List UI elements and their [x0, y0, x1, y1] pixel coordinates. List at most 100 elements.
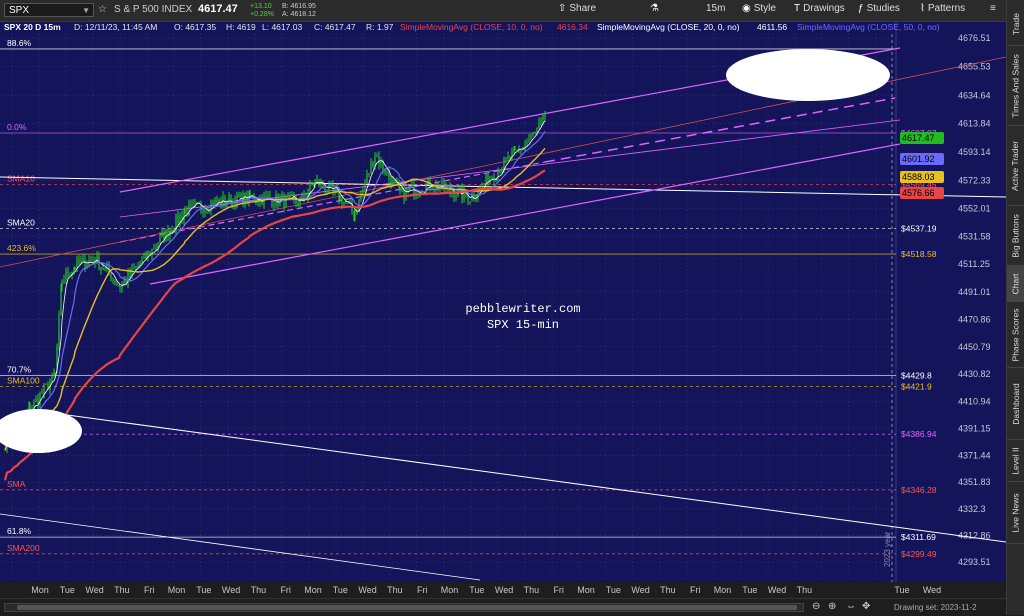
- studies-button[interactable]: ƒ Studies: [858, 3, 900, 14]
- candle-body: [390, 177, 392, 186]
- interval-selector[interactable]: 15m: [706, 3, 725, 14]
- flask-icon: ⚗: [650, 3, 659, 14]
- candle-body: [345, 201, 347, 204]
- candle-body: [145, 252, 147, 259]
- time-axis-label: Thu: [387, 585, 403, 595]
- candle-body: [485, 174, 487, 184]
- time-axis-label: Wed: [923, 585, 941, 595]
- sma50-legend: SimpleMovingAvg (CLOSE, 50, 0, no): [797, 22, 940, 32]
- candle-body: [54, 373, 56, 375]
- time-axis-label: Fri: [144, 585, 155, 595]
- time-axis-label: Thu: [797, 585, 813, 595]
- drawings-button[interactable]: T Drawings: [794, 3, 845, 14]
- time-axis-label: Mon: [441, 585, 459, 595]
- time-axis-label: Mon: [577, 585, 595, 595]
- candle-body: [267, 196, 269, 198]
- candle-body: [287, 196, 289, 198]
- price-axis-label: 4470.86: [958, 314, 991, 324]
- candle-body: [499, 170, 501, 174]
- candle-body: [309, 182, 311, 193]
- zoom-out-icon[interactable]: ⊖: [812, 601, 820, 612]
- candle-body: [291, 195, 293, 197]
- style-button[interactable]: ◉ Style: [742, 3, 776, 14]
- price-axis-label: 4572.33: [958, 176, 991, 186]
- flask-button[interactable]: ⚗: [650, 3, 662, 14]
- menu-icon[interactable]: ≡: [990, 3, 996, 14]
- time-axis-label: Tue: [60, 585, 75, 595]
- price-axis-label: 4531.58: [958, 231, 991, 241]
- side-tab-big-buttons[interactable]: Big Buttons: [1007, 206, 1024, 266]
- symbol-selector[interactable]: SPX ▼: [4, 3, 94, 17]
- candle-body: [171, 229, 173, 232]
- bar-low: L: 4617.03: [262, 22, 303, 32]
- side-tab-live-news[interactable]: Live News: [1007, 482, 1024, 544]
- time-axis-label: Fri: [280, 585, 291, 595]
- time-axis-label: Thu: [524, 585, 540, 595]
- side-tab-level-ii[interactable]: Level II: [1007, 440, 1024, 482]
- candle-body: [58, 314, 60, 347]
- candle-body: [505, 158, 507, 160]
- bid-price: B: 4616.95: [282, 3, 316, 10]
- candle-body: [165, 228, 167, 242]
- chart-area[interactable]: 4676.51 4655.53 4634.64 4613.84 4593.14 4572.…: [0, 22, 1006, 598]
- percent-change: +0.28%: [250, 11, 274, 18]
- candle-body: [135, 266, 137, 269]
- price-axis-label: 4332.3: [958, 504, 986, 514]
- side-tab-phase-scores[interactable]: Phase Scores: [1007, 302, 1024, 368]
- candle-body: [368, 173, 370, 175]
- candle-body: [534, 132, 536, 135]
- candle-body: [392, 179, 394, 186]
- candle-body: [467, 195, 469, 202]
- zoom-in-icon[interactable]: ⊕: [828, 601, 836, 612]
- candle-body: [285, 196, 287, 208]
- price-chart[interactable]: 4676.51 4655.53 4634.64 4613.84 4593.14 4572.…: [0, 22, 1006, 598]
- candle-body: [230, 195, 232, 206]
- patterns-button[interactable]: ⌇ Patterns: [920, 3, 965, 14]
- time-axis-label: Tue: [894, 585, 909, 595]
- side-tab-chart[interactable]: Chart: [1007, 266, 1024, 302]
- price-tag-label: 4588.03: [902, 172, 935, 182]
- candle-body: [67, 270, 69, 276]
- time-axis-label: Mon: [714, 585, 732, 595]
- candle-body: [123, 280, 125, 284]
- pan-icon[interactable]: ✥: [862, 601, 870, 612]
- drawing-t-icon: T: [794, 3, 801, 14]
- price-axis-label: 4613.84: [958, 119, 991, 129]
- candle-body: [153, 248, 155, 250]
- candle-body: [514, 148, 516, 150]
- candle-body: [370, 162, 372, 174]
- candle-body: [347, 202, 349, 204]
- candle-body: [530, 135, 532, 140]
- symbol-description: S & P 500 INDEX: [114, 4, 193, 15]
- star-icon[interactable]: ☆: [98, 4, 107, 15]
- candle-body: [455, 196, 457, 198]
- side-tab-trade[interactable]: Trade: [1007, 2, 1024, 46]
- candle-body: [202, 209, 204, 213]
- share-button[interactable]: ⇧ Share: [558, 3, 596, 14]
- candle-body: [102, 267, 104, 270]
- bar-date: D: 12/11/23, 11:45 AM: [74, 22, 158, 32]
- scrollbar-thumb[interactable]: [17, 605, 797, 610]
- candle-body: [265, 195, 267, 197]
- price-axis-label: 4593.14: [958, 147, 991, 157]
- candle-body: [43, 384, 45, 394]
- price-axis-label: 4410.94: [958, 396, 991, 406]
- price-axis-label: 4552.01: [958, 203, 991, 213]
- watermark-line1: pebblewriter.com: [465, 302, 580, 316]
- side-tab-times-and-sales[interactable]: Times And Sales: [1007, 46, 1024, 126]
- price-axis-label: 4511.25: [958, 259, 990, 269]
- fit-icon[interactable]: ⇔: [846, 601, 856, 612]
- level-value: $4299.49: [901, 549, 937, 559]
- bar-open: O: 4617.35: [174, 22, 217, 32]
- sma10-legend: SimpleMovingAvg (CLOSE, 10, 0, no): [400, 22, 543, 32]
- level-label: SMA100: [7, 375, 40, 385]
- time-axis-label: Tue: [196, 585, 211, 595]
- side-tab-active-trader[interactable]: Active Trader: [1007, 126, 1024, 206]
- time-axis-label: Tue: [333, 585, 348, 595]
- time-axis-label: Wed: [768, 585, 786, 595]
- candle-body: [76, 259, 78, 269]
- price-axis-label: 4634.64: [958, 90, 991, 100]
- price-tag-label: 4576.66: [902, 188, 935, 198]
- side-tab-dashboard[interactable]: Dashboard: [1007, 368, 1024, 440]
- time-scrollbar[interactable]: [4, 603, 804, 612]
